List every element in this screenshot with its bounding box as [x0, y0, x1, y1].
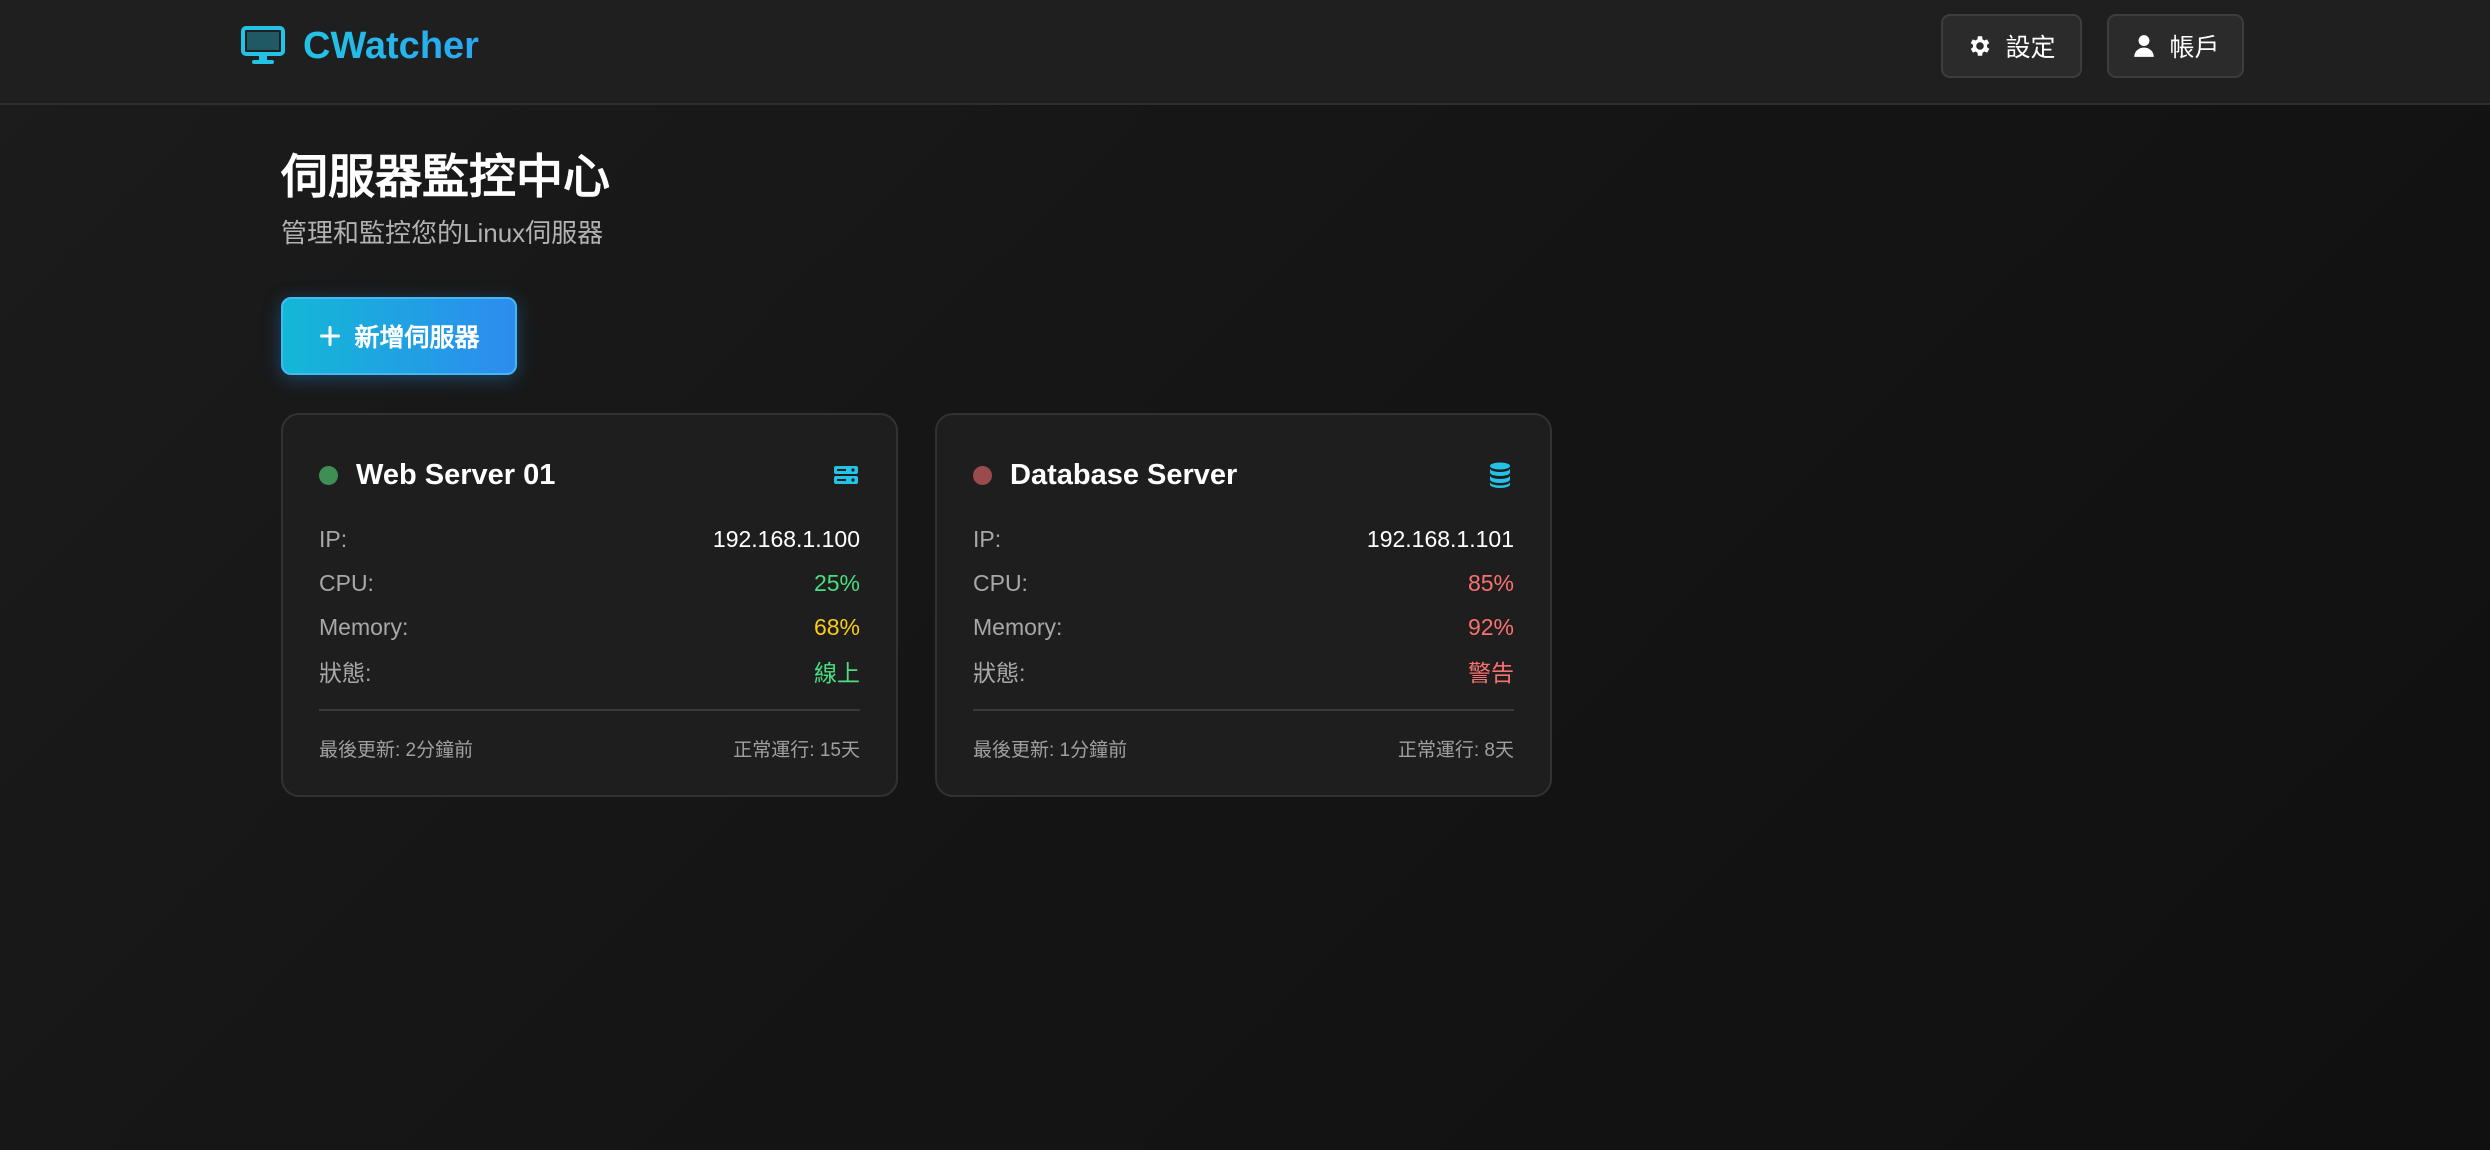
- memory-value: 92%: [1467, 613, 1514, 640]
- server-card-header: Web Server 01: [319, 455, 860, 495]
- brand[interactable]: CWatcher: [241, 22, 479, 70]
- server-metrics: IP: 192.168.1.101 CPU: 85% Memory: 92% 狀…: [973, 517, 1514, 693]
- app-name: CWatcher: [303, 24, 479, 67]
- add-server-button[interactable]: 新增伺服器: [281, 297, 517, 375]
- status-value: 線上: [814, 660, 860, 686]
- status-dot-online: [319, 465, 338, 485]
- status-label: 狀態:: [319, 660, 372, 686]
- page-title: 伺服器監控中心: [281, 150, 610, 203]
- ip-row: IP: 192.168.1.101: [973, 517, 1514, 561]
- gear-icon: [1971, 36, 1990, 56]
- server-card[interactable]: Database Server IP: 192.168.1.101 CPU: 8…: [935, 413, 1552, 797]
- memory-row: Memory: 92%: [973, 605, 1514, 649]
- plus-icon: [320, 326, 341, 346]
- add-server-label: 新增伺服器: [354, 324, 480, 352]
- cpu-value: 25%: [813, 569, 860, 596]
- monitor-icon: [241, 26, 285, 64]
- status-value: 警告: [1468, 660, 1514, 686]
- memory-label: Memory:: [973, 613, 1063, 640]
- card-footer: 最後更新: 1分鐘前 正常運行: 8天: [973, 735, 1514, 762]
- page-subtitle: 管理和監控您的Linux伺服器: [281, 218, 604, 248]
- memory-label: Memory:: [319, 613, 409, 640]
- server-name: Web Server 01: [356, 458, 556, 491]
- server-card[interactable]: Web Server 01 IP: 192.168.1.100 CPU: 25%…: [281, 413, 898, 797]
- status-row: 狀態: 線上: [319, 649, 860, 693]
- cpu-label: CPU:: [319, 569, 374, 596]
- server-card-header: Database Server: [973, 455, 1514, 495]
- cpu-label: CPU:: [973, 569, 1028, 596]
- last-update: 最後更新: 2分鐘前: [319, 740, 474, 761]
- top-navbar: CWatcher 設定 帳戶: [0, 0, 2490, 105]
- ip-row: IP: 192.168.1.100: [319, 517, 860, 561]
- server-name: Database Server: [1010, 458, 1238, 491]
- cpu-row: CPU: 85%: [973, 561, 1514, 605]
- memory-row: Memory: 68%: [319, 605, 860, 649]
- uptime: 正常運行: 15天: [733, 740, 860, 761]
- status-dot-warning: [973, 465, 992, 485]
- user-icon: [2134, 35, 2155, 57]
- card-divider: [973, 709, 1514, 711]
- card-footer: 最後更新: 2分鐘前 正常運行: 15天: [319, 735, 860, 762]
- settings-label: 設定: [2005, 34, 2056, 62]
- last-update: 最後更新: 1分鐘前: [973, 740, 1128, 761]
- uptime: 正常運行: 8天: [1397, 740, 1514, 761]
- ip-label: IP:: [319, 525, 348, 552]
- cpu-row: CPU: 25%: [319, 561, 860, 605]
- settings-button[interactable]: 設定: [1941, 14, 2082, 78]
- card-divider: [319, 709, 860, 711]
- cpu-value: 85%: [1467, 569, 1514, 596]
- status-label: 狀態:: [973, 660, 1026, 686]
- memory-value: 68%: [813, 613, 860, 640]
- database-icon: [1490, 462, 1510, 488]
- ip-value: 192.168.1.100: [712, 525, 860, 552]
- ip-value: 192.168.1.101: [1366, 525, 1514, 552]
- account-label: 帳戶: [2169, 34, 2220, 62]
- ip-label: IP:: [973, 525, 1002, 552]
- account-button[interactable]: 帳戶: [2107, 14, 2244, 78]
- server-icon: [834, 466, 858, 484]
- server-metrics: IP: 192.168.1.100 CPU: 25% Memory: 68% 狀…: [319, 517, 860, 693]
- status-row: 狀態: 警告: [973, 649, 1514, 693]
